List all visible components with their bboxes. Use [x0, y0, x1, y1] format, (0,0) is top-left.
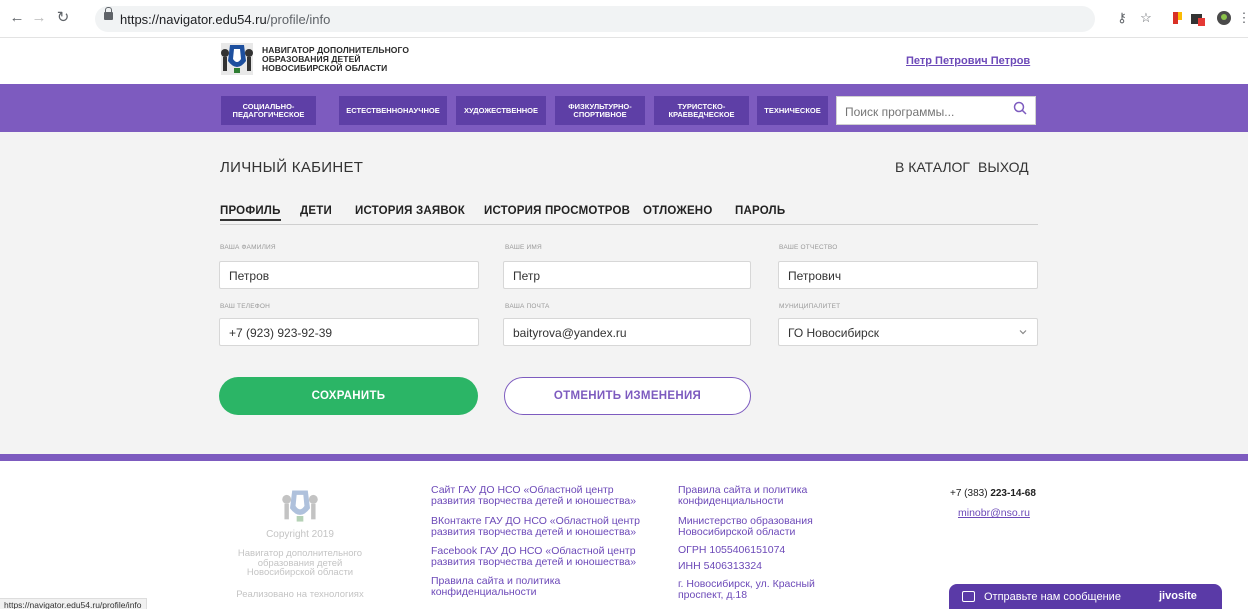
menu-dots-icon[interactable]: ⋮: [1237, 11, 1248, 25]
category-art[interactable]: ХУДОЖЕСТВЕННОЕ: [456, 96, 546, 125]
footer-email-link[interactable]: minobr@nso.ru: [958, 507, 1030, 519]
footer-phone: +7 (383) 223-14-68: [950, 488, 1036, 499]
patronymic-label: ВАШЕ ОТЧЕСТВО: [779, 244, 838, 251]
address-text[interactable]: https://navigator.edu54.ru/profile/info: [120, 12, 330, 27]
search-icon[interactable]: [1013, 101, 1027, 115]
chat-icon: [962, 591, 975, 602]
category-natural-science[interactable]: ЕСТЕСТВЕННОНАУЧНОЕ: [339, 96, 447, 125]
catalog-link[interactable]: В КАТАЛОГ: [895, 159, 970, 175]
chevron-down-icon: [1019, 330, 1027, 335]
forward-arrow-icon[interactable]: →: [30, 9, 48, 27]
tab-view-history[interactable]: ИСТОРИЯ ПРОСМОТРОВ: [484, 205, 630, 217]
phone-label: ВАШ ТЕЛЕФОН: [220, 303, 271, 310]
chat-brand: jivosite: [1159, 590, 1197, 602]
footer-link-vk[interactable]: ВКонтакте ГАУ ДО НСО «Областной центр раз…: [431, 516, 640, 537]
browser-toolbar: ← → ↻ https://navigator.edu54.ru/profile…: [0, 0, 1248, 38]
category-technical[interactable]: ТЕХНИЧЕСКОЕ: [757, 96, 828, 125]
category-tourism[interactable]: ТУРИСТСКО- КРАЕВЕДЧЕСКОЕ: [654, 96, 749, 125]
email-value: baityrova@yandex.ru: [513, 326, 627, 340]
lock-icon: [104, 7, 113, 20]
phone-value: +7 (923) 923-92-39: [229, 326, 333, 340]
footer-link-ministry[interactable]: Министерство образования Новосибирской об…: [678, 516, 813, 537]
email-label: ВАША ПОЧТА: [505, 303, 550, 310]
municipality-select[interactable]: ГО Новосибирск: [778, 318, 1038, 346]
surname-value: Петров: [229, 269, 270, 283]
footer-org-name: Навигатор дополнительного образования де…: [237, 548, 363, 578]
category-social-pedagogical[interactable]: СОЦИАЛЬНО- ПЕДАГОГИЧЕСКОЕ: [221, 96, 316, 125]
chat-widget[interactable]: Отправьте нам сообщение jivosite: [949, 584, 1222, 609]
logout-link[interactable]: ВЫХОД: [978, 159, 1029, 175]
footer-inn: ИНН 5406313324: [678, 560, 763, 572]
search-input[interactable]: [845, 105, 1010, 119]
name-value: Петр: [513, 269, 541, 283]
logo-crest-icon[interactable]: [220, 41, 254, 77]
footer-link-rules[interactable]: Правила сайта и политика конфиденциальнос…: [431, 576, 560, 597]
surname-field[interactable]: Петров: [219, 261, 479, 289]
tab-profile[interactable]: ПРОФИЛЬ: [220, 205, 281, 221]
footer-link-privacy[interactable]: Правила сайта и политика конфиденциальнос…: [678, 485, 807, 506]
name-label: ВАШЕ ИМЯ: [505, 244, 542, 251]
name-field[interactable]: Петр: [503, 261, 751, 289]
page-title: ЛИЧНЫЙ КАБИНЕТ: [220, 159, 364, 176]
surname-label: ВАША ФАМИЛИЯ: [220, 244, 276, 251]
extension-icon[interactable]: [1170, 11, 1184, 25]
category-sport[interactable]: ФИЗКУЛЬТУРНО- СПОРТИВНОЕ: [555, 96, 645, 125]
footer-copyright: Copyright 2019: [266, 529, 334, 540]
patronymic-value: Петрович: [788, 269, 842, 283]
back-arrow-icon[interactable]: ←: [8, 9, 26, 27]
user-profile-link[interactable]: Петр Петрович Петров: [906, 55, 1030, 67]
tab-children[interactable]: ДЕТИ: [300, 205, 332, 217]
site-header: [0, 38, 1248, 84]
tabs-divider: [220, 224, 1038, 225]
footer-ogrn: ОГРН 1055406151074: [678, 544, 786, 556]
footer-link-facebook[interactable]: Facebook ГАУ ДО НСО «Областной центр разв…: [431, 546, 636, 567]
footer-link-site[interactable]: Сайт ГАУ ДО НСО «Областной центр развития…: [431, 485, 636, 506]
footer-address: г. Новосибирск, ул. Красный проспект, д.1…: [678, 578, 815, 601]
footer-crest-icon: [282, 490, 318, 522]
status-bar-url: https://navigator.edu54.ru/profile/info: [0, 598, 147, 609]
email-field[interactable]: baityrova@yandex.ru: [503, 318, 751, 346]
key-icon[interactable]: ⚷: [1115, 11, 1129, 25]
tab-deferred[interactable]: ОТЛОЖЕНО: [643, 205, 712, 217]
save-button[interactable]: СОХРАНИТЬ: [219, 377, 478, 415]
extension-icon[interactable]: [1190, 11, 1205, 26]
reload-icon[interactable]: ↻: [54, 9, 72, 27]
tab-password[interactable]: ПАРОЛЬ: [735, 205, 785, 217]
patronymic-field[interactable]: Петрович: [778, 261, 1038, 289]
footer-divider: [0, 454, 1248, 461]
chat-text: Отправьте нам сообщение: [984, 591, 1121, 603]
logo-text[interactable]: НАВИГАТОР ДОПОЛНИТЕЛЬНОГО ОБРАЗОВАНИЯ ДЕ…: [262, 46, 409, 73]
star-icon[interactable]: ☆: [1139, 11, 1153, 25]
profile-avatar-icon[interactable]: [1217, 11, 1231, 25]
municipality-value: ГО Новосибирск: [788, 326, 879, 340]
phone-field[interactable]: +7 (923) 923-92-39: [219, 318, 479, 346]
municipality-label: МУНИЦИПАЛИТЕТ: [779, 303, 841, 310]
footer-tech: Реализовано на технологиях: [236, 589, 364, 600]
cancel-changes-button[interactable]: ОТМЕНИТЬ ИЗМЕНЕНИЯ: [504, 377, 751, 415]
search-box[interactable]: [836, 96, 1036, 125]
tab-application-history[interactable]: ИСТОРИЯ ЗАЯВОК: [355, 205, 465, 217]
